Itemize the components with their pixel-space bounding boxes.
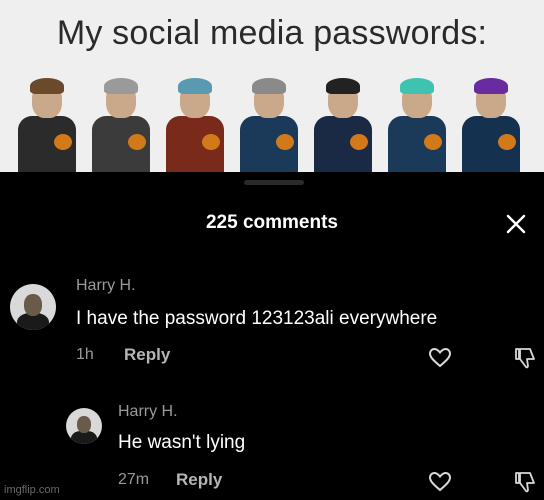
comment-reply-item: Harry H. He wasn't lying 27m Reply (0, 398, 544, 498)
person-figure (384, 68, 450, 172)
person-figure (14, 68, 80, 172)
comment-timestamp: 1h (76, 346, 94, 363)
avatar[interactable] (66, 408, 102, 444)
meme-title: My social media passwords: (56, 14, 488, 52)
watermark: imgflip.com (4, 484, 60, 496)
close-icon[interactable] (504, 212, 528, 236)
person-figure (88, 68, 154, 172)
reply-button[interactable]: Reply (124, 345, 170, 365)
comment-timestamp: 27m (118, 471, 150, 488)
thumbs-down-icon[interactable] (514, 470, 538, 494)
person-figure (162, 68, 228, 172)
comment-author[interactable]: Harry H. (76, 277, 136, 295)
comment-item: Harry H. I have the password 123123ali e… (0, 272, 544, 370)
reply-button[interactable]: Reply (176, 470, 222, 490)
comment-text: I have the password 123123ali everywhere (76, 308, 438, 329)
comments-sheet: 225 comments Harry H. I have the passwor… (0, 172, 544, 500)
comment-text: He wasn't lying (118, 432, 246, 453)
meme-image: My social media passwords: (0, 0, 544, 172)
sheet-drag-handle[interactable] (244, 180, 304, 185)
heart-icon[interactable] (428, 346, 452, 370)
comment-author[interactable]: Harry H. (118, 403, 178, 421)
heart-icon[interactable] (428, 470, 452, 494)
comment-count-title: 225 comments (205, 212, 338, 233)
person-figure (236, 68, 302, 172)
meme-photo (14, 68, 534, 172)
person-figure (458, 68, 524, 172)
person-figure (310, 68, 376, 172)
thumbs-down-icon[interactable] (514, 346, 538, 370)
avatar[interactable] (10, 284, 56, 330)
